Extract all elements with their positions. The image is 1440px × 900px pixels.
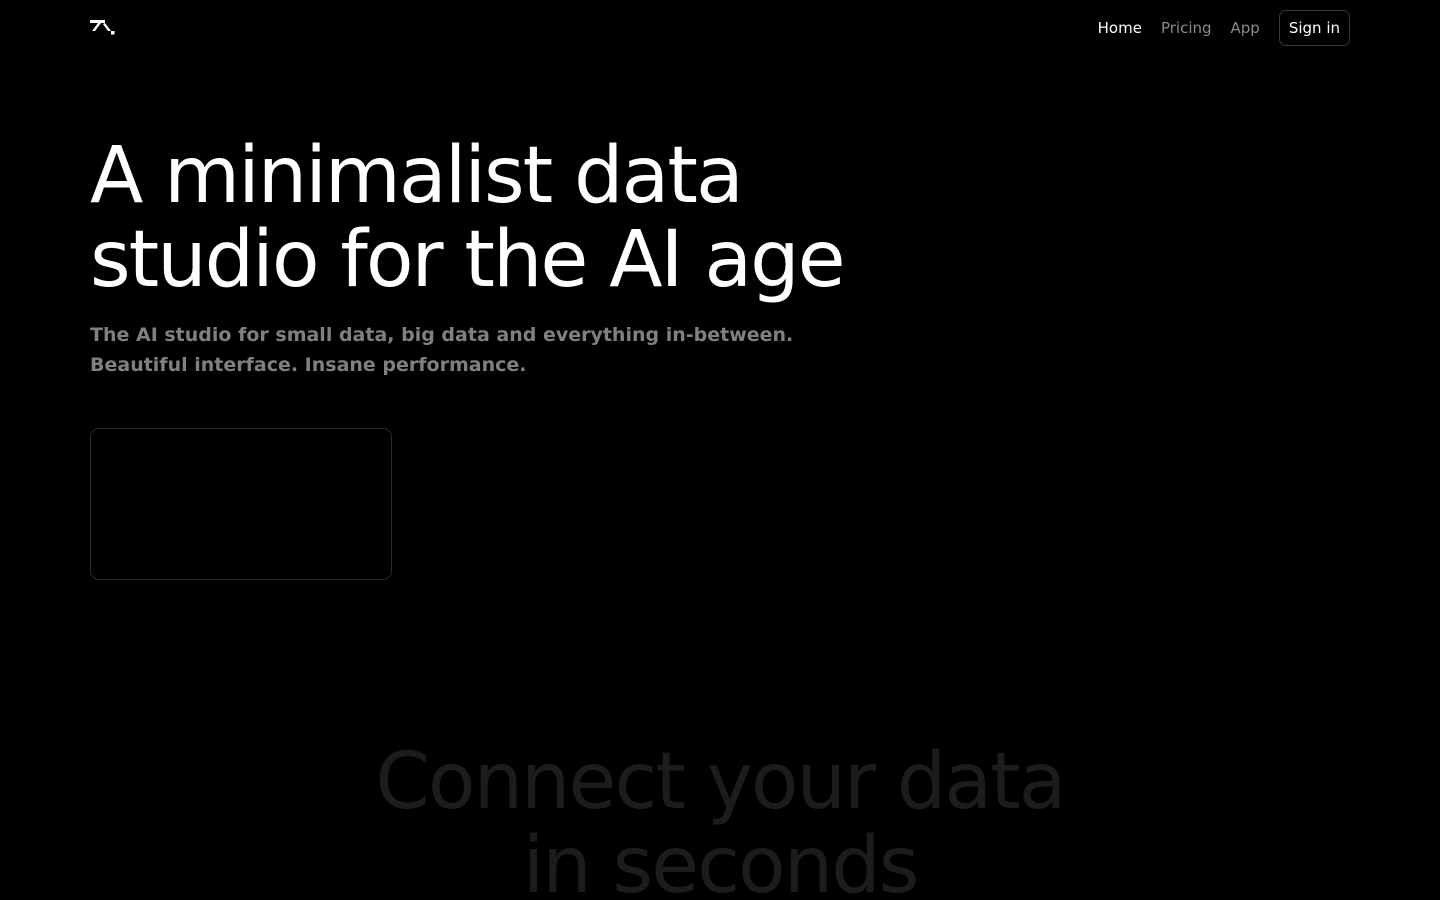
hero-media-card [90, 428, 392, 580]
connect-title-line-1: Connect your data [375, 737, 1066, 827]
hero-title: A minimalist data studio for the AI age [90, 134, 990, 302]
hero-subtitle: The AI studio for small data, big data a… [90, 320, 850, 380]
connect-title-line-2: in seconds [522, 821, 920, 900]
brand-logo-icon[interactable] [90, 19, 116, 37]
hero-subtitle-line-1: The AI studio for small data, big data a… [90, 324, 794, 346]
nav-link-pricing[interactable]: Pricing [1161, 19, 1212, 37]
connect-section-title: Connect your data in seconds [0, 740, 1440, 900]
hero-title-line-1: A minimalist data [90, 131, 744, 221]
nav-link-home[interactable]: Home [1098, 19, 1142, 37]
sign-in-button[interactable]: Sign in [1278, 10, 1350, 46]
hero-subtitle-line-2: Beautiful interface. Insane performance. [90, 354, 527, 376]
nav-links: Home Pricing App Sign in [1098, 10, 1350, 46]
hero-title-line-2: studio for the AI age [90, 215, 846, 305]
nav-link-app[interactable]: App [1231, 19, 1260, 37]
top-navigation: Home Pricing App Sign in [0, 0, 1440, 56]
